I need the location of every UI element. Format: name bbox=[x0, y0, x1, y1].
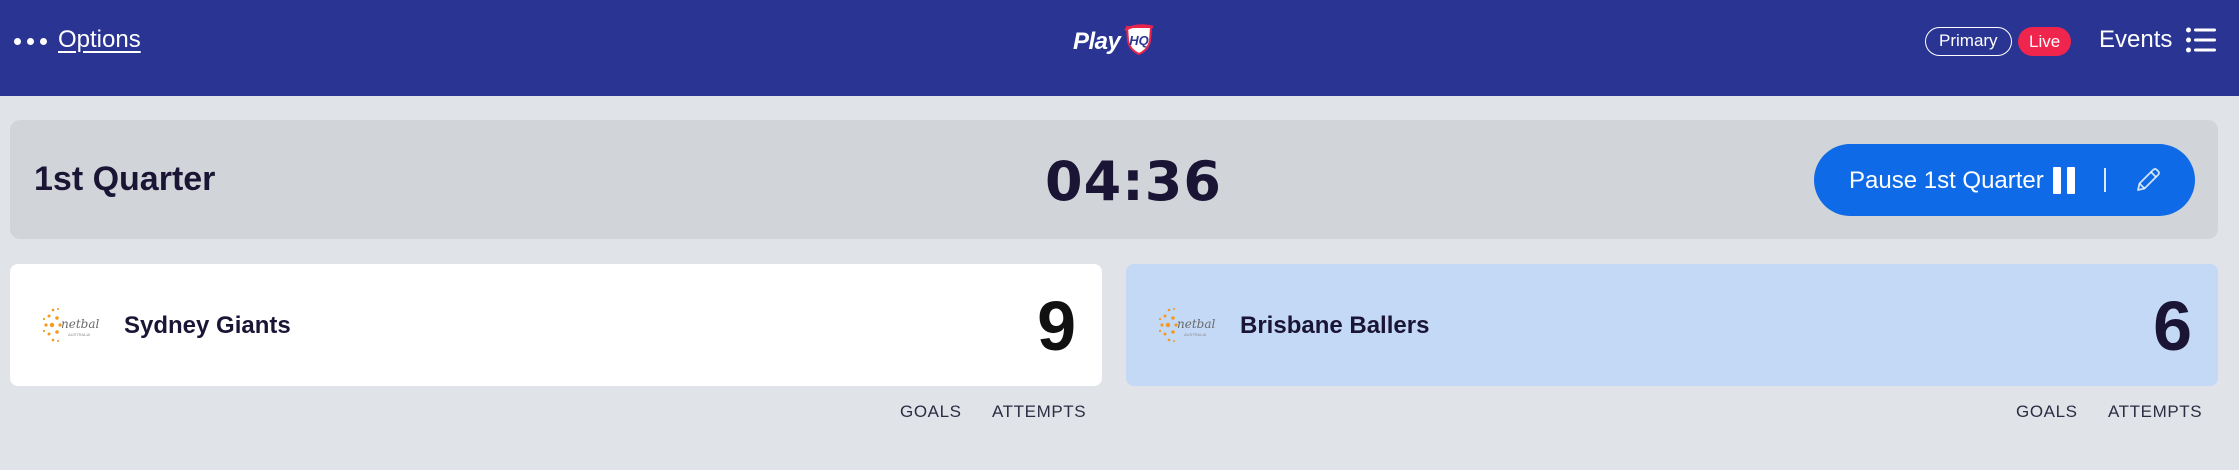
options-link[interactable]: Options bbox=[58, 26, 141, 54]
team-name: Sydney Giants bbox=[124, 312, 291, 339]
logo-sub-text: AUSTRALIA bbox=[68, 332, 91, 337]
pause-quarter-button[interactable]: Pause 1st Quarter bbox=[1814, 144, 2195, 216]
team-card-home[interactable]: netball AUSTRALIA Sydney Giants 9 bbox=[10, 264, 1102, 386]
logo-brand-text: netball bbox=[61, 317, 100, 331]
quarter-panel: 1st Quarter 04:36 Pause 1st Quarter bbox=[10, 120, 2218, 239]
game-timer: 04:36 bbox=[1045, 150, 1222, 213]
logo-brand-text: netball bbox=[1177, 317, 1216, 331]
edit-pencil-icon[interactable] bbox=[2132, 164, 2164, 196]
team-score: 6 bbox=[2153, 287, 2192, 365]
netball-australia-logo: netball AUSTRALIA bbox=[1158, 308, 1216, 342]
pause-quarter-label: Pause 1st Quarter bbox=[1849, 167, 2044, 194]
top-navigation-bar: Options Play HQ Primary Live Events bbox=[0, 0, 2239, 96]
events-menu-button[interactable]: Events bbox=[2099, 26, 2217, 54]
list-menu-icon bbox=[2186, 27, 2217, 53]
playhq-logo: Play HQ bbox=[1073, 22, 1157, 62]
attempts-button[interactable]: ATTEMPTS bbox=[2108, 402, 2202, 422]
more-dots-icon[interactable] bbox=[14, 38, 47, 45]
netball-australia-logo: netball AUSTRALIA bbox=[42, 308, 100, 342]
logo-shield-icon: HQ bbox=[1124, 24, 1154, 56]
goals-button[interactable]: GOALS bbox=[900, 402, 962, 422]
team-score: 9 bbox=[1037, 287, 1076, 365]
button-divider bbox=[2104, 168, 2106, 192]
logo-text: Play bbox=[1073, 28, 1121, 55]
team-card-away[interactable]: netball AUSTRALIA Brisbane Ballers 6 bbox=[1126, 264, 2218, 386]
logo-sub-text: AUSTRALIA bbox=[1184, 332, 1207, 337]
pause-icon bbox=[2053, 167, 2075, 194]
attempts-button[interactable]: ATTEMPTS bbox=[992, 402, 1086, 422]
logo-badge-text: HQ bbox=[1130, 33, 1150, 48]
quarter-title: 1st Quarter bbox=[34, 160, 216, 198]
live-badge: Live bbox=[2018, 27, 2072, 56]
primary-badge[interactable]: Primary bbox=[1925, 27, 2012, 56]
team-name: Brisbane Ballers bbox=[1240, 312, 1430, 339]
events-label: Events bbox=[2099, 26, 2173, 53]
goals-button[interactable]: GOALS bbox=[2016, 402, 2078, 422]
